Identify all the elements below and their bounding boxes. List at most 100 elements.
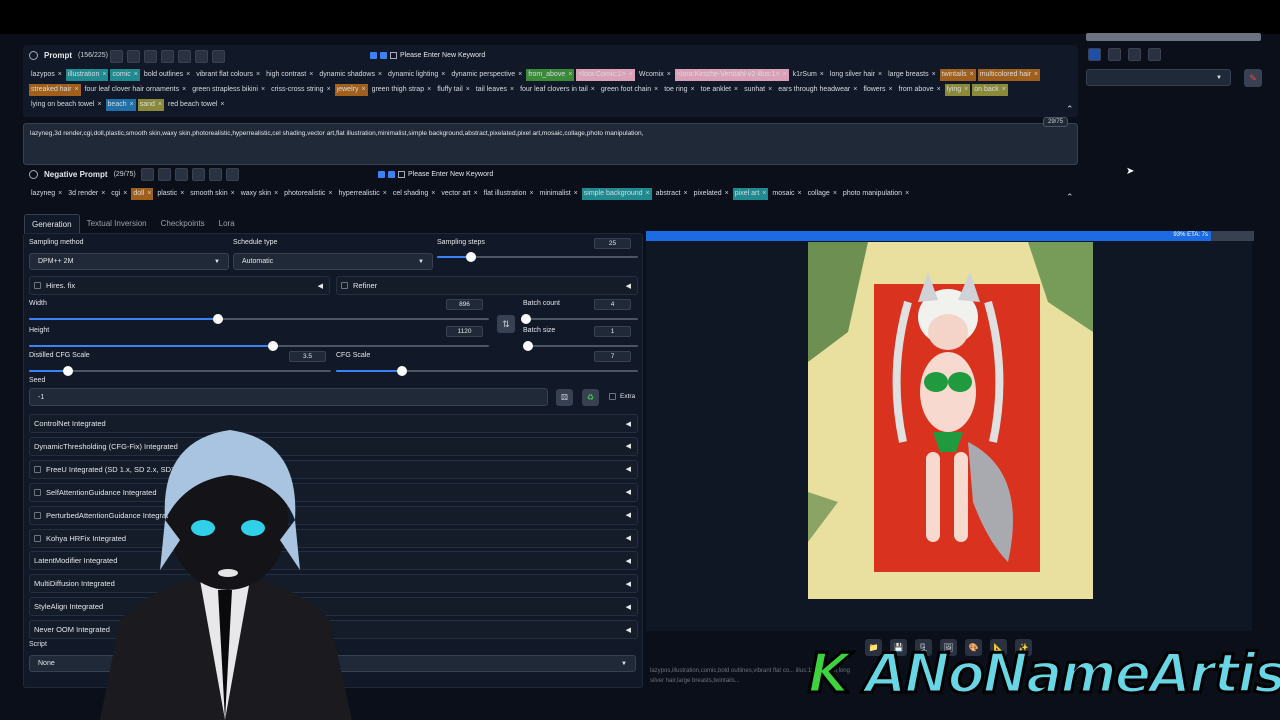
keyword-tag[interactable]: hyperrealistic ×: [337, 188, 389, 200]
remove-tag-icon[interactable]: ×: [327, 84, 331, 96]
remove-tag-icon[interactable]: ×: [186, 69, 190, 81]
remove-tag-icon[interactable]: ×: [74, 84, 78, 96]
keyword-tag[interactable]: toe ring ×: [662, 84, 696, 96]
remove-tag-icon[interactable]: ×: [646, 188, 650, 200]
checkbox-icon[interactable]: [398, 171, 405, 178]
checkbox-icon[interactable]: [34, 511, 41, 519]
cog-icon[interactable]: [212, 50, 225, 63]
settings-icon[interactable]: [141, 168, 154, 181]
keyword-tag[interactable]: fluffy tail ×: [435, 84, 472, 96]
checkbox-icon[interactable]: [388, 171, 395, 178]
checkbox-icon[interactable]: [390, 52, 397, 59]
keyword-tag[interactable]: red beach towel ×: [166, 99, 227, 111]
remove-tag-icon[interactable]: ×: [123, 188, 127, 200]
keyword-tag[interactable]: green foot chain ×: [599, 84, 660, 96]
keyword-tag[interactable]: <lora:Kirsche-Verstahl-v2-illus:1> ×: [674, 69, 789, 81]
remove-tag-icon[interactable]: ×: [762, 188, 766, 200]
keyword-tag[interactable]: on back ×: [972, 84, 1008, 96]
height-slider[interactable]: [29, 340, 489, 352]
refresh-icon[interactable]: [178, 50, 191, 63]
negative-prompt-textarea[interactable]: lazyneg,3d render,cgi,doll,plastic,smoot…: [23, 123, 1078, 165]
copy-icon[interactable]: [144, 50, 157, 63]
keyword-tag[interactable]: 3d render ×: [66, 188, 107, 200]
slider-thumb[interactable]: [466, 252, 477, 262]
remove-tag-icon[interactable]: ×: [383, 188, 387, 200]
slider-thumb[interactable]: [523, 341, 533, 351]
keyword-tag[interactable]: illustration ×: [65, 69, 109, 81]
remove-tag-icon[interactable]: ×: [510, 84, 514, 96]
keyword-tag[interactable]: lazypos ×: [29, 69, 64, 81]
cfg-slider[interactable]: [336, 365, 638, 377]
keyword-tag[interactable]: lazyneg ×: [29, 188, 64, 200]
remove-tag-icon[interactable]: ×: [684, 188, 688, 200]
keyword-tag[interactable]: bold outlines ×: [142, 69, 192, 81]
keyword-tag[interactable]: cgi ×: [109, 188, 129, 200]
keyword-tag[interactable]: vibrant flat colours ×: [194, 69, 262, 81]
remove-tag-icon[interactable]: ×: [725, 188, 729, 200]
remove-tag-icon[interactable]: ×: [783, 69, 787, 81]
sampling-steps-input[interactable]: 25: [594, 238, 631, 249]
sampling-method-select[interactable]: DPM++ 2M ▼: [29, 253, 229, 270]
keyword-tag[interactable]: long silver hair ×: [828, 69, 884, 81]
keyword-tag[interactable]: photo manipulation ×: [841, 188, 911, 200]
remove-tag-icon[interactable]: ×: [768, 84, 772, 96]
keyword-tag[interactable]: large breasts ×: [886, 69, 938, 81]
keyword-tag[interactable]: four leaf clover hair ornaments ×: [83, 84, 189, 96]
remove-tag-icon[interactable]: ×: [147, 188, 151, 200]
keyword-tag[interactable]: cel shading ×: [391, 188, 438, 200]
pencil-icon[interactable]: ✎: [1244, 69, 1262, 87]
collapse-icon[interactable]: [29, 170, 38, 179]
remove-tag-icon[interactable]: ×: [466, 84, 470, 96]
checkbox-icon[interactable]: [34, 534, 41, 542]
keyword-tag[interactable]: Wcomix ×: [637, 69, 673, 81]
remove-tag-icon[interactable]: ×: [905, 188, 909, 200]
remove-tag-icon[interactable]: ×: [361, 84, 365, 96]
paste-icon[interactable]: [161, 50, 174, 63]
remove-tag-icon[interactable]: ×: [932, 69, 936, 81]
checkbox-icon[interactable]: [1088, 48, 1101, 61]
remove-tag-icon[interactable]: ×: [1034, 69, 1038, 81]
keyword-tag[interactable]: from_above ×: [526, 69, 575, 81]
gear-icon[interactable]: [127, 50, 140, 63]
keyword-tag[interactable]: collage ×: [806, 188, 839, 200]
remove-tag-icon[interactable]: ×: [820, 69, 824, 81]
keyword-tag[interactable]: beach ×: [105, 99, 136, 111]
keyword-tag[interactable]: streaked hair ×: [29, 84, 81, 96]
remove-tag-icon[interactable]: ×: [629, 69, 633, 81]
gear-icon[interactable]: [158, 168, 171, 181]
checkbox-icon[interactable]: [34, 488, 41, 496]
negative-header[interactable]: Negative Prompt (29/75): [29, 170, 136, 179]
tab-textual-inversion[interactable]: Textual Inversion: [80, 214, 154, 234]
keyword-tag[interactable]: dynamic perspective ×: [449, 69, 524, 81]
remove-tag-icon[interactable]: ×: [798, 188, 802, 200]
remove-tag-icon[interactable]: ×: [474, 188, 478, 200]
remove-tag-icon[interactable]: ×: [101, 188, 105, 200]
slider-thumb[interactable]: [267, 341, 278, 351]
keyword-tag[interactable]: doll ×: [131, 188, 154, 200]
prompt-header[interactable]: Prompt (156/225): [29, 51, 108, 60]
keyword-tag[interactable]: <lora:Comic:1> ×: [576, 69, 635, 81]
batch-count-input[interactable]: 4: [594, 299, 631, 310]
keyword-tag[interactable]: twintails ×: [939, 69, 976, 81]
remove-tag-icon[interactable]: ×: [427, 84, 431, 96]
keyword-tag[interactable]: sunhat ×: [742, 84, 774, 96]
keyword-tag[interactable]: toe anklet ×: [699, 84, 740, 96]
distilled-cfg-slider[interactable]: [29, 365, 331, 377]
width-input[interactable]: 896: [446, 299, 483, 310]
refiner-accordion[interactable]: Refiner ◀: [336, 276, 638, 295]
generated-image[interactable]: [808, 242, 1093, 599]
prompt-keyword-input[interactable]: Please Enter New Keyword: [370, 52, 485, 59]
remove-tag-icon[interactable]: ×: [58, 188, 62, 200]
remove-tag-icon[interactable]: ×: [58, 69, 62, 81]
tab-checkpoints[interactable]: Checkpoints: [154, 214, 212, 234]
remove-tag-icon[interactable]: ×: [274, 188, 278, 200]
keyword-tag[interactable]: high contrast ×: [264, 69, 315, 81]
keyword-tag[interactable]: simple background ×: [581, 188, 652, 200]
remove-tag-icon[interactable]: ×: [97, 99, 101, 111]
remove-tag-icon[interactable]: ×: [130, 99, 134, 111]
recycle-icon[interactable]: ♻: [582, 389, 599, 406]
remove-tag-icon[interactable]: ×: [667, 69, 671, 81]
save-icon[interactable]: [1148, 48, 1161, 61]
keyword-tag[interactable]: green thigh strap ×: [370, 84, 434, 96]
negative-keyword-input[interactable]: Please Enter New Keyword: [378, 171, 493, 178]
